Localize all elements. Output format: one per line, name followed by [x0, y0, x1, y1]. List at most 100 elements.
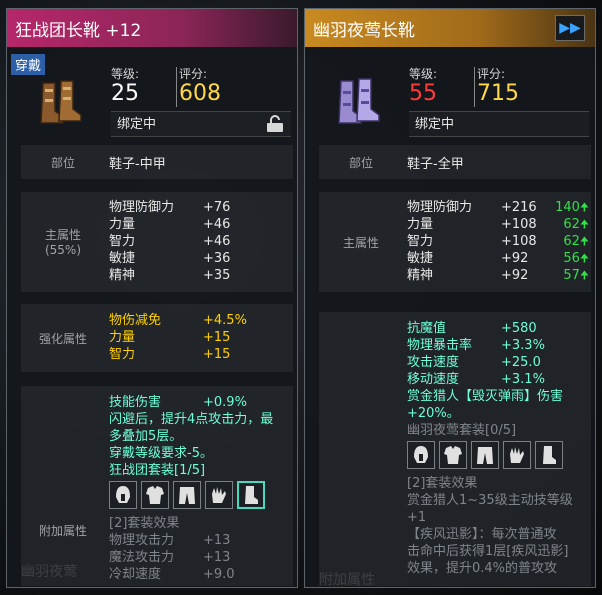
stat-line: 敏捷 +92 56🠉 [407, 251, 589, 266]
stat-line: 精神 +92 57🠉 [407, 268, 589, 283]
boots-set-icon[interactable] [237, 481, 265, 509]
stat-line: 智力 +46 [109, 234, 231, 249]
extra-desc-line: 闪避后，提升4点攻击力，最 [109, 412, 274, 427]
fast-forward-button[interactable]: ▶▶ [555, 15, 585, 41]
chest-armor-icon[interactable] [439, 441, 467, 469]
up-arrow-icon: 🠉 [579, 269, 589, 282]
extra-attr-row: 附加属性 技能伤害 +0.9% 闪避后，提升4点攻击力，最 多叠加5层。 穿戴等级… [21, 386, 293, 586]
stat-diff: 57 [563, 268, 580, 283]
slot-value: 鞋子-全甲 [407, 157, 464, 172]
slot-value: 鞋子-中甲 [109, 157, 166, 172]
boots-icon [31, 71, 91, 131]
score-value: 715 [477, 81, 519, 106]
main-stats: 物理防御力 +216 140🠉 力量 +108 62🠉 智力 +108 62🠉 敏捷 +92 5… [407, 199, 591, 284]
compare-item-tooltip: 幽羽夜莺长靴 ▶▶ 等级: 55 评分: 715 绑定中 部位 鞋子-全甲 主属… [304, 8, 596, 588]
boots-icon [329, 71, 389, 131]
level-value: 55 [409, 81, 437, 106]
stat-line: 物理防御力 +76 [109, 200, 231, 215]
main-attr-row: 主属性 (55%) 物理防御力 +76 力量 +46 智力 +46 敏捷 +36 精神 +… [21, 192, 293, 292]
stat-diff: 62 [563, 217, 580, 232]
score-label: 评分: [477, 67, 506, 81]
pants-icon[interactable] [471, 441, 499, 469]
fast-forward-icon: ▶▶ [559, 20, 581, 36]
stat-line: 攻击速度 +25.0 [407, 355, 541, 370]
skill-line: 击命中后获得1层[疾风迅影] [407, 544, 569, 559]
stat-diff: 140 [555, 200, 580, 215]
item-title: 狂战团长靴 +12 [15, 20, 142, 41]
slot-row: 部位 鞋子-全甲 [319, 145, 591, 179]
set-name: 幽羽夜莺套装[0/5] [407, 423, 517, 438]
slot-label: 部位 [348, 156, 373, 170]
background-text: 附加属性 [319, 572, 375, 588]
extra-stats: 抗魔值 +580 物理暴击率 +3.3% 攻击速度 +25.0 移动速度 +3.1% 赏… [407, 320, 591, 577]
stat-line: 力量 +46 [109, 217, 231, 232]
set-pieces [407, 441, 591, 469]
slot-label: 部位 [50, 156, 75, 170]
up-arrow-icon: 🠉 [579, 201, 589, 214]
extra-attr-label: 附加属性 [38, 524, 87, 538]
stat-line: 抗魔值 +580 [407, 321, 537, 336]
stat-diff: 56 [563, 251, 580, 266]
bind-status: 绑定中 [409, 111, 589, 137]
stat-line: 智力 +15 [109, 347, 231, 362]
item-title: 幽羽夜莺长靴 [313, 20, 415, 41]
enhance-attr-label: 强化属性 [38, 332, 87, 346]
main-attr-label: 主属性 [44, 228, 81, 242]
background-text: 幽羽夜莺 [21, 564, 77, 580]
stat-line: 物理防御力 +216 140🠉 [407, 200, 589, 215]
skill-line: 【疾风迅影】：每次普通攻 [407, 527, 557, 542]
bounty-line: +20%。 [407, 406, 460, 421]
stat-line: 物理攻击力 +13 [109, 533, 231, 548]
up-arrow-icon: 🠉 [579, 252, 589, 265]
stat-line: 移动速度 +3.1% [407, 372, 545, 387]
stat-line: 技能伤害 +0.9% [109, 395, 247, 410]
extra-desc-line: 穿戴等级要求-5。 [109, 446, 213, 461]
helmet-icon[interactable] [407, 441, 435, 469]
main-attr-pct: (55%) [44, 243, 82, 257]
set-pieces [109, 481, 293, 509]
main-attr-row: 主属性 物理防御力 +216 140🠉 力量 +108 62🠉 智力 +108 62🠉 敏捷… [319, 192, 591, 292]
stat-line: 精神 +35 [109, 268, 231, 283]
helmet-icon[interactable] [109, 481, 137, 509]
level-label: 等级: [409, 67, 438, 81]
item-title-bar: 狂战团长靴 +12 [7, 9, 297, 47]
set-effect-line: 赏金猎人1~35级主动技等级 [407, 493, 573, 508]
set-effect-title: [2]套装效果 [109, 516, 180, 531]
chest-armor-icon[interactable] [141, 481, 169, 509]
pants-icon[interactable] [173, 481, 201, 509]
enhance-attr-row: 强化属性 物伤减免 +4.5% 力量 +15 智力 +15 [21, 304, 293, 372]
set-name: 狂战团套装[1/5] [109, 463, 206, 478]
enhance-stats: 物伤减免 +4.5% 力量 +15 智力 +15 [109, 312, 293, 363]
item-title-bar: 幽羽夜莺长靴 [305, 9, 595, 47]
score-box: 评分: 608 [179, 67, 289, 107]
stat-line: 物理暴击率 +3.3% [407, 338, 545, 353]
up-arrow-icon: 🠉 [579, 235, 589, 248]
main-attr-label-group: 主属性 (55%) [21, 228, 105, 258]
bind-status: 绑定中 [111, 111, 291, 137]
bounty-line: 赏金猎人【毁灭弹雨】伤害 [407, 389, 564, 404]
set-effect-line: +1 [407, 510, 427, 525]
stat-line: 敏捷 +36 [109, 251, 231, 266]
stat-line: 力量 +108 62🠉 [407, 217, 589, 232]
extra-desc-line: 多叠加5层。 [109, 429, 183, 444]
extra-stats: 技能伤害 +0.9% 闪避后，提升4点攻击力，最 多叠加5层。 穿戴等级要求-5。… [109, 394, 293, 583]
slot-row: 部位 鞋子-中甲 [21, 145, 293, 179]
stat-line: 魔法攻击力 +13 [109, 550, 231, 565]
boots-set-icon[interactable] [535, 441, 563, 469]
level-box: 等级: 55 [409, 67, 475, 107]
level-box: 等级: 25 [111, 67, 177, 107]
set-effect-title: [2]套装效果 [407, 476, 478, 491]
gloves-icon[interactable] [205, 481, 233, 509]
skill-line: 效果，提升0.4%的普攻攻 [407, 561, 558, 576]
bind-text: 绑定中 [415, 117, 455, 132]
score-box: 评分: 715 [477, 67, 587, 107]
equipped-item-tooltip: 狂战团长靴 +12 穿戴 等级: 25 评分: 608 绑定中 部位 鞋子-中甲… [6, 8, 298, 588]
stat-line: 智力 +108 62🠉 [407, 234, 589, 249]
main-stats: 物理防御力 +76 力量 +46 智力 +46 敏捷 +36 精神 +35 [109, 199, 293, 284]
level-value: 25 [111, 81, 139, 106]
lock-icon[interactable] [265, 115, 285, 143]
score-label: 评分: [179, 67, 208, 81]
up-arrow-icon: 🠉 [579, 218, 589, 231]
gloves-icon[interactable] [503, 441, 531, 469]
extra-attr-row: 抗魔值 +580 物理暴击率 +3.3% 攻击速度 +25.0 移动速度 +3.1% 赏… [319, 312, 591, 586]
